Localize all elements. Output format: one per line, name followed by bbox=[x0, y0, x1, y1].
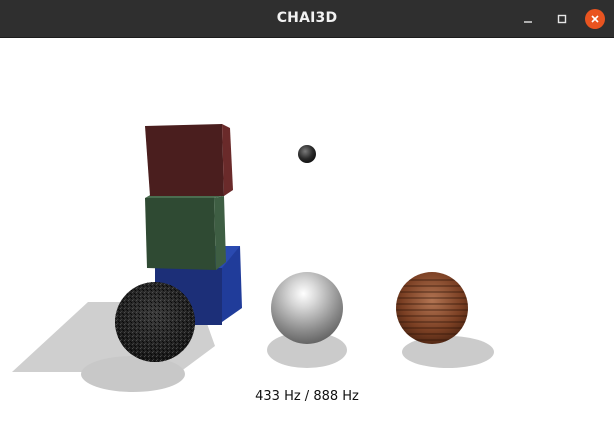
green-cube[interactable] bbox=[145, 194, 226, 270]
close-icon bbox=[591, 15, 599, 23]
black-textured-sphere[interactable] bbox=[115, 282, 195, 362]
silver-sphere[interactable] bbox=[271, 272, 343, 344]
wooden-sphere[interactable] bbox=[396, 272, 468, 344]
minimize-icon bbox=[524, 21, 532, 23]
haptic-rate-label: 433 Hz / 888 Hz bbox=[255, 389, 359, 404]
minimize-button[interactable] bbox=[517, 8, 539, 30]
maximize-button[interactable] bbox=[551, 8, 573, 30]
3d-viewport[interactable] bbox=[0, 38, 614, 423]
maximize-icon bbox=[557, 14, 567, 24]
app-window: CHAI3D 433 Hz / 888 Hz bbox=[0, 0, 614, 423]
small-dark-sphere[interactable] bbox=[298, 145, 316, 163]
close-button[interactable] bbox=[585, 9, 605, 29]
red-cube[interactable] bbox=[145, 124, 233, 196]
title-bar[interactable]: CHAI3D bbox=[0, 0, 614, 38]
